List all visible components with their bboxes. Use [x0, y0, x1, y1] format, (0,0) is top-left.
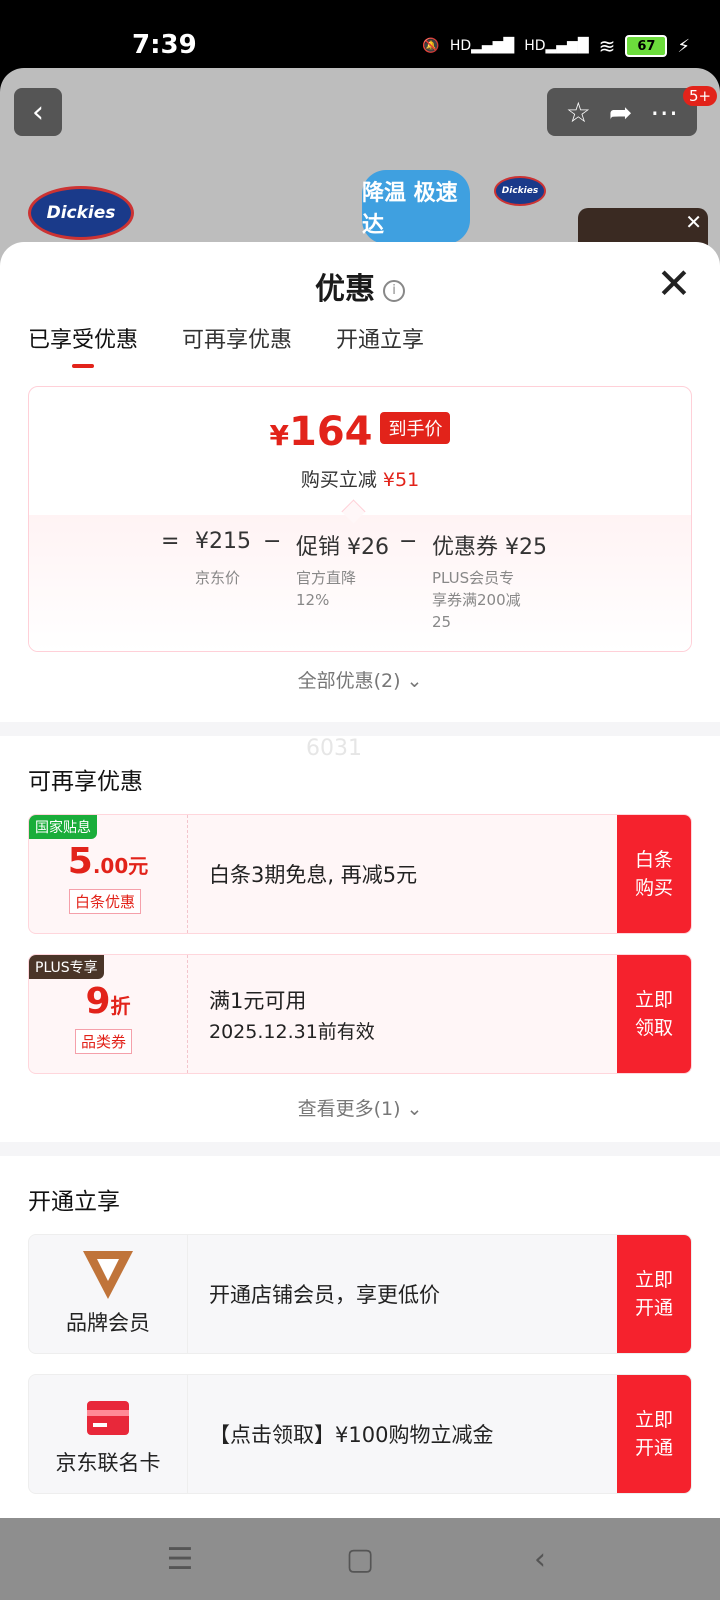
coupon-value: 9折 [85, 981, 131, 1022]
base-price: ¥215 [195, 529, 251, 554]
section-title-more: 可再享优惠 [28, 769, 143, 795]
coupon-label-line3: 25 [432, 613, 452, 631]
price-card: ¥164 到手价 购买立减 ¥51 = ¥215 京东价 − 促销 ¥26 官方直… [28, 386, 692, 652]
divider [0, 1142, 720, 1156]
coupon-label-line2: 享券满200减 [432, 591, 521, 609]
tab-bar: 已享受优惠 可再享优惠 开通立享 [28, 322, 424, 368]
base-price-label: 京东价 [195, 569, 241, 587]
brand-logo-small: Dickies [494, 176, 546, 206]
promo-label: 官方直降 [296, 569, 357, 587]
minus-sign: − [263, 529, 282, 554]
status-icons: 🔕 HD▂▄▆█ HD▂▄▆█ ≋ 67 ⚡ [422, 34, 690, 58]
membership-description: 开通店铺会员，享更低价 [209, 1283, 440, 1307]
coupon-discount: 优惠券 ¥25 [432, 535, 547, 560]
mute-icon: 🔕 [422, 38, 440, 54]
baitiao-buy-button[interactable]: 白条 购买 [617, 815, 691, 933]
star-icon[interactable]: ☆ [566, 96, 591, 129]
brand-logo: Dickies [28, 186, 134, 240]
promo-banner: 降温 极速达 [362, 170, 470, 244]
membership-icon-area: 京东联名卡 [29, 1375, 188, 1493]
claim-coupon-button[interactable]: 立即 领取 [617, 955, 691, 1073]
promo-discount: 促销 ¥26 [296, 535, 389, 560]
coupon-value: 5.00元 [67, 841, 149, 882]
sheet-title: 优惠 i [0, 264, 720, 308]
coupon-type: 品类券 [75, 1029, 133, 1054]
membership-name: 品牌会员 [66, 1311, 150, 1335]
card-icon [87, 1401, 129, 1435]
back-icon[interactable]: ‹ [510, 1542, 570, 1577]
close-icon: ✕ [656, 259, 692, 308]
discount-sheet: 优惠 i ✕ 已享受优惠 可再享优惠 开通立享 ¥164 到手价 购买立减 ¥51 … [0, 242, 720, 1518]
coupon-card: 国家贴息 5.00元 白条优惠 白条3期免息, 再减5元 白条 购买 [28, 814, 692, 934]
message-badge: 5+ [683, 86, 718, 106]
menu-icon[interactable]: ☰ [150, 1542, 210, 1577]
signal-icon-2: HD▂▄▆█ [524, 38, 589, 54]
membership-icon-area: 品牌会员 [29, 1235, 188, 1353]
system-nav-bar: ☰ ▢ ‹ [0, 1518, 720, 1600]
membership-name: 京东联名卡 [55, 1451, 161, 1475]
battery-icon: 67 [625, 35, 668, 57]
coupon-label-line1: PLUS会员专 [432, 569, 515, 587]
tab-enjoyed[interactable]: 已享受优惠 [28, 322, 138, 368]
coupon-value-area: PLUS专享 9折 品类券 [29, 955, 188, 1073]
top-actions: ☆ ➦ ⋯ [547, 88, 697, 136]
final-price: ¥164 到手价 [29, 409, 691, 455]
coupon-card: PLUS专享 9折 品类券 满1元可用 2025.12.31前有效 立即 领取 [28, 954, 692, 1074]
membership-card: 京东联名卡 【点击领取】¥100购物立减金 立即 开通 [28, 1374, 692, 1494]
open-membership-button[interactable]: 立即 开通 [617, 1235, 691, 1353]
signal-icon-1: HD▂▄▆█ [449, 38, 515, 54]
see-more-toggle[interactable]: 查看更多(1) ⌄ [0, 1094, 720, 1121]
membership-card: 品牌会员 开通店铺会员，享更低价 立即 开通 [28, 1234, 692, 1354]
status-time: 7:39 [132, 30, 197, 60]
minus-sign: − [399, 529, 418, 554]
close-button[interactable]: ✕ [656, 263, 692, 305]
info-icon[interactable]: i [383, 279, 405, 302]
coupon-description: 白条3期免息, 再减5元 [209, 863, 418, 887]
price-reduction: 购买立减 ¥51 [300, 469, 420, 491]
all-discounts-toggle[interactable]: 全部优惠(2) ⌄ [0, 666, 720, 693]
brand-v-icon [83, 1251, 133, 1299]
equals-sign: = [161, 529, 180, 554]
status-bar: 7:39 🔕 HD▂▄▆█ HD▂▄▆█ ≋ 67 ⚡ [0, 0, 720, 72]
coupon-expiry: 2025.12.31前有效 [209, 1021, 375, 1043]
tab-more[interactable]: 可再享优惠 [182, 322, 292, 354]
section-title-open: 开通立享 [28, 1189, 120, 1215]
final-price-tag: 到手价 [380, 412, 451, 444]
promo-rate: 12% [296, 591, 330, 609]
tab-open[interactable]: 开通立享 [336, 322, 424, 354]
open-card-button[interactable]: 立即 开通 [617, 1375, 691, 1493]
back-button[interactable]: ‹ [14, 88, 62, 136]
chevron-left-icon: ‹ [32, 94, 44, 130]
coupon-type: 白条优惠 [69, 889, 142, 914]
charging-icon: ⚡ [677, 35, 690, 57]
coupon-badge: 国家贴息 [29, 815, 97, 839]
divider [0, 722, 720, 736]
membership-description: 【点击领取】¥100购物立减金 [209, 1423, 494, 1447]
coupon-value-area: 国家贴息 5.00元 白条优惠 [29, 815, 188, 933]
wifi-icon: ≋ [598, 34, 616, 58]
coupon-badge: PLUS专享 [29, 955, 104, 979]
close-icon[interactable]: ✕ [685, 210, 702, 234]
coupon-condition: 满1元可用 [209, 989, 307, 1013]
more-icon[interactable]: ⋯ [650, 96, 678, 129]
watermark: 6031 [306, 736, 362, 761]
share-icon[interactable]: ➦ [609, 96, 632, 129]
home-icon[interactable]: ▢ [330, 1542, 390, 1577]
